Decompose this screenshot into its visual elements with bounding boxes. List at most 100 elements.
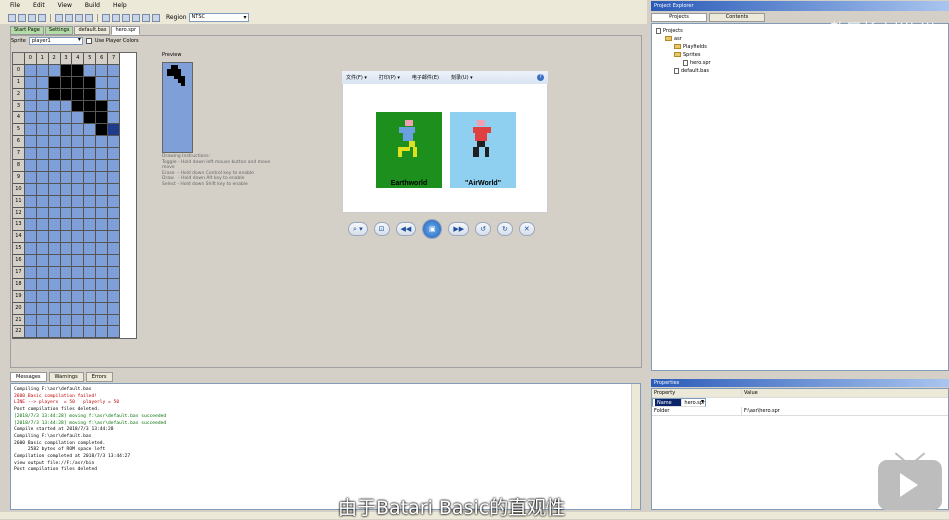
pixel-cell[interactable] <box>72 76 85 89</box>
pixel-cell[interactable] <box>96 231 109 244</box>
pixel-cell[interactable] <box>48 136 61 149</box>
pixel-cell[interactable] <box>48 171 61 184</box>
pixel-cell[interactable] <box>60 136 73 149</box>
output-tab-warnings[interactable]: Warnings <box>48 372 84 382</box>
undo-icon[interactable] <box>102 13 110 22</box>
menu-item-view[interactable]: View <box>58 2 72 9</box>
pixel-cell[interactable] <box>108 112 121 125</box>
pixel-cell[interactable] <box>84 255 97 268</box>
pe-tab[interactable]: Projects <box>651 13 707 22</box>
pixel-cell[interactable] <box>72 314 85 327</box>
pixel-cell[interactable] <box>84 314 97 327</box>
pixel-cell[interactable] <box>72 219 85 232</box>
pixel-cell[interactable] <box>48 112 61 125</box>
pixel-cell[interactable] <box>96 160 109 172</box>
pixel-cell[interactable] <box>84 231 97 244</box>
pixel-cell[interactable] <box>96 100 109 113</box>
pixel-cell[interactable] <box>108 88 121 101</box>
region-select[interactable]: NTSC <box>188 13 249 22</box>
pixel-cell[interactable] <box>108 64 121 77</box>
viewer-menu-item[interactable]: 文件(F) ▾ <box>346 74 367 81</box>
pixel-cell[interactable] <box>24 207 37 220</box>
pixel-cell[interactable] <box>48 64 61 77</box>
pixel-cell[interactable] <box>84 326 97 339</box>
new-icon[interactable] <box>8 13 16 22</box>
copy-icon[interactable] <box>65 13 73 22</box>
pixel-cell[interactable] <box>84 302 97 315</box>
pixel-cell[interactable] <box>36 112 49 125</box>
pixel-cell[interactable] <box>108 231 121 244</box>
pixel-cell[interactable] <box>72 100 85 113</box>
pixel-cell[interactable] <box>24 290 37 303</box>
pixel-cell[interactable] <box>24 136 37 149</box>
delete-icon[interactable]: ✕ <box>518 222 535 236</box>
pixel-cell[interactable] <box>96 183 109 196</box>
previous-icon[interactable]: ◀◀ <box>395 222 417 236</box>
menu-item-build[interactable]: Build <box>85 2 100 9</box>
pixel-cell[interactable] <box>36 219 49 232</box>
pixel-cell[interactable] <box>36 183 49 196</box>
pixel-cell[interactable] <box>108 255 121 268</box>
pe-tab[interactable]: Contents <box>709 13 765 22</box>
pixel-cell[interactable] <box>36 124 49 137</box>
sprite-select[interactable]: player1 <box>28 37 83 45</box>
pixel-cell[interactable] <box>108 207 121 220</box>
build-icon[interactable] <box>132 13 140 22</box>
pixel-cell[interactable] <box>72 160 85 172</box>
viewer-menu-item[interactable]: 电子邮件(E) <box>412 74 439 81</box>
viewer-menu-item[interactable]: 打印(P) ▾ <box>379 74 400 81</box>
viewer-menu-item[interactable]: 刻录(U) ▾ <box>451 74 473 81</box>
pixel-cell[interactable] <box>48 124 61 137</box>
pixel-cell[interactable] <box>48 326 61 339</box>
pixel-cell[interactable] <box>84 160 97 172</box>
rotate-left-icon[interactable]: ↺ <box>475 222 491 236</box>
pixel-cell[interactable] <box>60 148 73 161</box>
pixel-cell[interactable] <box>48 88 61 101</box>
pixel-cell[interactable] <box>60 243 73 256</box>
zoom-icon[interactable]: ⌕ ▾ <box>348 222 368 236</box>
pixel-cell[interactable] <box>60 100 73 113</box>
menu-item-file[interactable]: File <box>10 2 20 9</box>
tree-node[interactable]: Sprites <box>674 51 700 59</box>
pixel-cell[interactable] <box>60 183 73 196</box>
pixel-cell[interactable] <box>108 160 121 172</box>
pixel-cell[interactable] <box>48 219 61 232</box>
pixel-cell[interactable] <box>60 112 73 125</box>
pixel-cell[interactable] <box>60 207 73 220</box>
pixel-cell[interactable] <box>108 326 121 339</box>
pixel-cell[interactable] <box>36 267 49 279</box>
sprite-pixel-grid[interactable]: 0 1 2 3 4 5 6 7 0 1 2 3 4 5 6 7 8 9 10 11 12 13 14 15 16 17 18 19 20… <box>12 52 137 340</box>
pixel-cell[interactable] <box>60 160 73 172</box>
pixel-cell[interactable] <box>108 314 121 327</box>
property-row[interactable]: Name hero.spr <box>652 398 706 407</box>
pixel-cell[interactable] <box>48 267 61 279</box>
pixel-cell[interactable] <box>108 183 121 196</box>
pixel-cell[interactable] <box>24 183 37 196</box>
pixel-cell[interactable] <box>24 64 37 77</box>
slideshow-icon[interactable]: ▣ <box>422 219 443 239</box>
pixel-cell[interactable] <box>36 290 49 303</box>
pixel-cell[interactable] <box>48 314 61 327</box>
pixel-cell[interactable] <box>72 88 85 101</box>
pixel-cell[interactable] <box>96 171 109 184</box>
tree-node[interactable]: default.bas <box>674 67 709 75</box>
tree-node[interactable]: Projects <box>656 27 683 35</box>
pixel-cell[interactable] <box>36 76 49 89</box>
pixel-cell[interactable] <box>24 219 37 232</box>
pixel-cell[interactable] <box>108 124 121 137</box>
pixel-cell[interactable] <box>48 278 61 291</box>
pixel-cell[interactable] <box>24 195 37 208</box>
property-row[interactable]: Folder F:\asr\hero.spr <box>652 407 948 416</box>
help-icon[interactable]: ? <box>537 74 544 81</box>
doc-tab[interactable]: default.bas <box>74 26 111 35</box>
pixel-cell[interactable] <box>96 76 109 89</box>
pixel-cell[interactable] <box>96 136 109 149</box>
pixel-cell[interactable] <box>72 148 85 161</box>
pixel-cell[interactable] <box>24 88 37 101</box>
tree-node[interactable]: asr <box>665 35 682 43</box>
pixel-cell[interactable] <box>72 278 85 291</box>
pixel-cell[interactable] <box>24 231 37 244</box>
pixel-cell[interactable] <box>96 314 109 327</box>
pixel-cell[interactable] <box>36 195 49 208</box>
delete-icon[interactable] <box>85 13 93 22</box>
